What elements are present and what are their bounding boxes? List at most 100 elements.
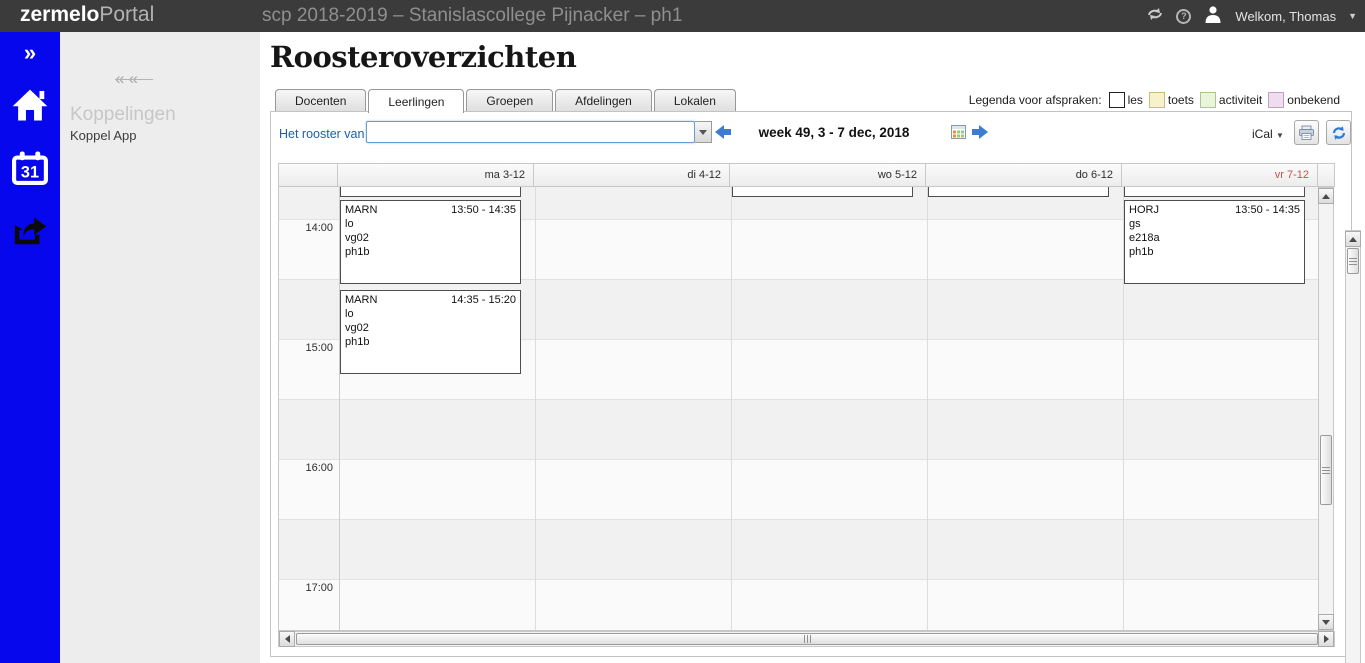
appointment-partial[interactable] [732,187,913,197]
page: zermeloPortal scp 2018-2019 – Stanislasc… [0,0,1365,663]
schedule-panel: Het rooster van : week 49, 3 - 7 dec, 20… [270,111,1361,663]
chevron-down-icon [699,129,707,135]
scrollbar-corner-header [1318,163,1335,187]
user-menu-caret-icon[interactable]: ▼ [1348,11,1357,21]
grid-horizontal-line [279,579,1318,580]
schedule-project-title: scp 2018-2019 – Stanislascollege Pijnack… [262,5,683,26]
appointment-group: ph1b [1129,246,1154,258]
sidebar-collapse-control[interactable]: «« [115,70,225,87]
panel-scroll-thumb[interactable] [1347,248,1359,274]
appointment-room: vg02 [345,322,369,334]
hour-label-1700: 17:00 [305,582,333,594]
legend-items: les toets activiteit onbekend [1108,92,1340,108]
previous-week-arrow[interactable] [715,125,731,139]
legend-text-onbekend: onbekend [1287,93,1340,107]
legend-swatch-toets [1148,92,1165,108]
legend-text-toets: toets [1167,93,1194,107]
tab-afdelingen[interactable]: Afdelingen [555,89,652,112]
zermelo-logo: zermeloPortal [20,3,154,27]
subsidebar-item-koppel-app[interactable]: Koppel App [70,128,137,143]
tab-lokalen[interactable]: Lokalen [653,89,736,112]
rooster-van-label: Het rooster van : [279,127,372,141]
refresh-button[interactable] [1326,120,1351,145]
panel-scroll-up-button[interactable] [1345,231,1361,247]
tab-groepen[interactable]: Groepen [466,89,554,112]
vertical-scroll-thumb[interactable] [1320,435,1332,505]
legend-swatch-activiteit [1199,92,1216,108]
collapse-line [115,78,153,80]
appointment-time: 14:35 - 15:20 [451,294,516,306]
appointment-subject: lo [345,308,354,320]
half-hour-band [279,399,1318,459]
grid-viewport: 14:00 15:00 16:00 17:00 MARN 13:50 - 14:35 lo v… [278,187,1318,631]
hour-label-1500: 15:00 [305,342,333,354]
combobox-dropdown-button[interactable] [695,121,712,143]
legend-swatch-onbekend [1268,92,1285,108]
subsidebar-title: Koppelingen [70,104,176,125]
appointment-teacher-code: HORJ [1129,204,1159,216]
appointment-partial[interactable] [1124,187,1305,197]
user-icon[interactable] [1203,4,1223,29]
print-button[interactable] [1294,120,1319,145]
day-header-di: di 4-12 [534,163,730,187]
scroll-down-button[interactable] [1318,614,1334,630]
legend-swatch-les [1108,92,1125,108]
appointment-time: 13:50 - 14:35 [451,204,516,216]
ical-caret-icon: ▼ [1276,131,1284,140]
appointment-teacher-code: MARN [345,204,378,216]
week-label: week 49, 3 - 7 dec, 2018 [758,125,910,140]
welcome-user-label[interactable]: Welkom, Thomas [1235,9,1336,24]
appointment-marn[interactable]: MARN 13:50 - 14:35 lo vg02 ph1b [340,200,521,284]
page-title: Roosteroverzichten [270,40,577,74]
share-icon[interactable] [0,212,60,248]
scroll-right-button[interactable] [1318,631,1334,647]
calendar-icon[interactable]: 31 [0,150,60,186]
appointment-time: 13:50 - 14:35 [1235,204,1300,216]
help-icon[interactable]: ? [1176,8,1192,24]
hour-label-1600: 16:00 [305,462,333,474]
appointment-teacher-code: MARN [345,294,378,306]
grid-horizontal-scrollbar[interactable] [278,631,1335,647]
tab-leerlingen[interactable]: Leerlingen [368,89,465,113]
legend-text-les: les [1127,93,1143,107]
top-header-bar: zermeloPortal scp 2018-2019 – Stanislasc… [0,0,1365,32]
refresh-icon [1332,125,1345,140]
legend-item-les: les [1108,92,1143,108]
half-hour-band [279,579,1318,630]
day-header-do: do 6-12 [926,163,1122,187]
next-week-arrow[interactable] [972,125,988,139]
half-hour-band [279,519,1318,579]
calendar-day-number: 31 [21,164,39,182]
header-right-cluster: ? Welkom, Thomas ▼ [1146,0,1357,32]
ical-dropdown[interactable]: iCal ▼ [1252,127,1284,141]
appointment-horj[interactable]: HORJ 13:50 - 14:35 gs e218a ph1b [1124,200,1305,284]
grid-horizontal-line [279,459,1318,460]
day-header-vr: vr 7-12 [1122,163,1318,187]
sync-icon[interactable] [1146,6,1164,27]
appointment-partial[interactable] [928,187,1109,197]
logo-light: Portal [99,3,155,26]
legend: Legenda voor afspraken: les toets activite… [969,90,1340,110]
main-sidebar: » 31 [0,32,60,663]
date-picker-icon[interactable] [951,125,966,139]
grid-horizontal-line [279,519,1318,520]
appointment-subject: gs [1129,218,1141,230]
half-hour-band [279,459,1318,519]
day-header-row: ma 3-12 di 4-12 wo 5-12 do 6-12 vr 7-12 [278,163,1335,187]
appointment-partial[interactable] [340,187,521,197]
horizontal-scroll-thumb[interactable] [296,633,1318,645]
panel-vertical-scrollbar[interactable] [1345,230,1361,663]
home-icon[interactable] [0,87,60,123]
scroll-up-button[interactable] [1318,188,1334,204]
grid-vertical-scrollbar[interactable] [1318,187,1334,631]
scroll-left-button[interactable] [279,631,295,647]
legend-label: Legenda voor afspraken: [968,93,1102,107]
appointment-header: HORJ 13:50 - 14:35 [1129,203,1300,217]
tab-docenten[interactable]: Docenten [275,89,367,112]
legend-item-toets: toets [1148,92,1194,108]
appointment-group: ph1b [345,336,370,348]
sidebar-expand-icon[interactable]: » [0,40,60,66]
appointment-marn[interactable]: MARN 14:35 - 15:20 lo vg02 ph1b [340,290,521,374]
schedule-owner-input[interactable] [366,121,695,143]
hour-label-1400: 14:00 [305,222,333,234]
